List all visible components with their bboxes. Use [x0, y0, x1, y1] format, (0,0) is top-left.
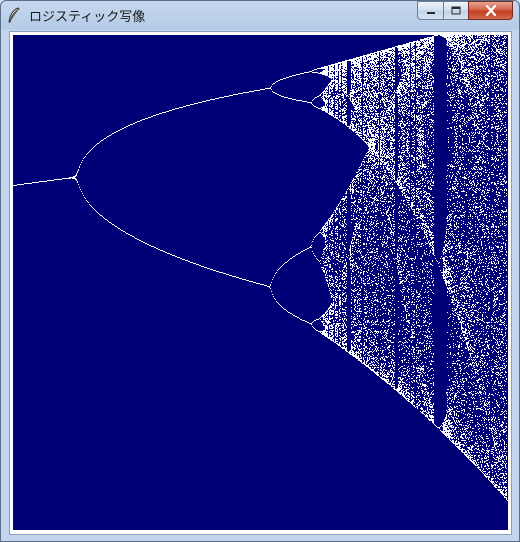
close-icon: [485, 5, 496, 16]
maximize-icon: [451, 6, 461, 15]
bifurcation-plot: [13, 35, 508, 530]
client-area: [9, 31, 512, 535]
bifurcation-canvas[interactable]: [13, 35, 508, 530]
app-window: ロジスティック写像: [0, 0, 520, 542]
bifurcation-points: [13, 35, 508, 501]
close-button[interactable]: [468, 1, 513, 20]
window-title: ロジスティック写像: [29, 10, 146, 25]
minimize-icon: [426, 11, 435, 14]
minimize-button[interactable]: [417, 1, 444, 20]
title-bar[interactable]: ロジスティック写像: [1, 1, 519, 29]
caption-buttons: [417, 1, 513, 21]
feather-icon: [7, 7, 21, 23]
maximize-button[interactable]: [443, 1, 469, 20]
